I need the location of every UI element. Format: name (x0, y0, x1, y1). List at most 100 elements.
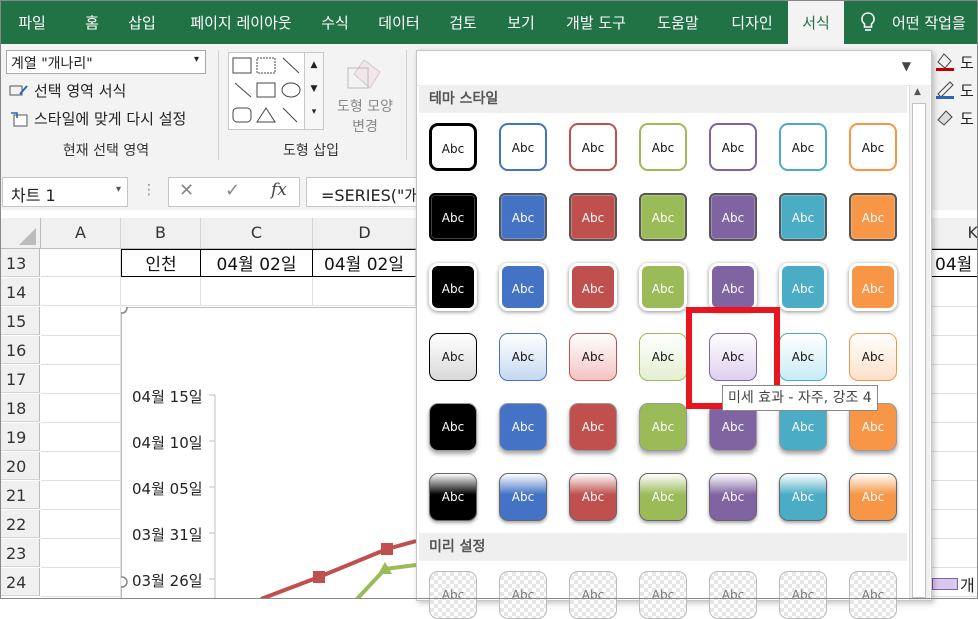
style-swatch-preset[interactable]: Abc (639, 571, 687, 619)
style-swatch-solid[interactable]: Abc (499, 193, 547, 241)
style-swatch-outline[interactable]: Abc (499, 123, 547, 171)
column-k-cells[interactable] (930, 278, 978, 599)
tab-data[interactable]: 데이터 (368, 0, 430, 44)
style-swatch-solid[interactable]: Abc (639, 193, 687, 241)
tab-format[interactable]: 서식 (788, 0, 844, 44)
insert-function-icon[interactable]: fx (271, 180, 287, 200)
style-swatch-subtle[interactable]: Abc (779, 333, 827, 381)
style-swatch-outline[interactable]: Abc (779, 123, 827, 171)
style-swatch-solid[interactable]: Abc (429, 193, 477, 241)
row-header[interactable]: 15 (0, 307, 40, 335)
enter-check-icon[interactable]: ✓ (225, 180, 240, 201)
row-header[interactable]: 17 (0, 365, 40, 393)
cell-a14[interactable] (41, 278, 121, 306)
style-swatch-subtle[interactable]: Abc (499, 333, 547, 381)
style-swatch-outline[interactable]: Abc (639, 123, 687, 171)
style-swatch-intense[interactable]: Abc (779, 473, 827, 521)
style-swatch-outline[interactable]: Abc (849, 123, 897, 171)
style-swatch-intense[interactable]: Abc (639, 473, 687, 521)
style-swatch-outline[interactable]: Abc (569, 123, 617, 171)
resize-handle[interactable] (121, 576, 128, 588)
style-swatch-intense[interactable]: Abc (569, 473, 617, 521)
cancel-icon[interactable]: ✕ (179, 180, 194, 201)
style-swatch-subtle[interactable]: Abc (709, 333, 757, 381)
change-shape-button[interactable]: 도형 모양 변경 (330, 50, 400, 140)
style-swatch-solid[interactable]: Abc (779, 193, 827, 241)
style-swatch-solid[interactable]: Abc (569, 193, 617, 241)
row-header[interactable]: 16 (0, 336, 40, 364)
cell-k13[interactable]: 04월 (930, 249, 978, 277)
tab-design[interactable]: 디자인 (722, 0, 782, 44)
style-swatch-preset[interactable]: Abc (709, 571, 757, 619)
cell-c14[interactable] (201, 278, 313, 306)
style-swatch-subtle[interactable]: Abc (639, 333, 687, 381)
style-swatch-moderate[interactable]: Abc (639, 403, 687, 451)
style-swatch-colored[interactable]: Abc (569, 263, 617, 311)
style-swatch-colored[interactable]: Abc (849, 263, 897, 311)
style-swatch-preset[interactable]: Abc (569, 571, 617, 619)
row-header[interactable]: 19 (0, 423, 40, 451)
style-swatch-subtle[interactable]: Abc (849, 333, 897, 381)
shape-gallery-scroll[interactable]: ▲ ▼ ▾ (304, 52, 324, 130)
shape-fill-button[interactable]: 도 (934, 50, 974, 76)
cell-c13[interactable]: 04월 02일 (201, 249, 313, 277)
style-swatch-intense[interactable]: Abc (429, 473, 477, 521)
style-swatch-intense[interactable]: Abc (499, 473, 547, 521)
tab-review[interactable]: 검토 (438, 0, 488, 44)
style-swatch-solid[interactable]: Abc (849, 193, 897, 241)
data-point[interactable] (313, 571, 325, 583)
scroll-up-icon[interactable]: ▲ (914, 87, 921, 97)
scrollbar-thumb[interactable] (912, 103, 926, 598)
tab-home[interactable]: 홈 (70, 0, 114, 44)
row-header[interactable]: 21 (0, 481, 40, 509)
tab-insert[interactable]: 삽입 (118, 0, 166, 44)
style-swatch-intense[interactable]: Abc (709, 473, 757, 521)
style-swatch-preset[interactable]: Abc (849, 571, 897, 619)
shape-effects-button[interactable]: 도 (934, 106, 974, 132)
row-header[interactable]: 23 (0, 539, 40, 567)
collapse-gallery-icon[interactable]: ▼ (902, 59, 911, 73)
style-swatch-moderate[interactable]: Abc (499, 403, 547, 451)
style-swatch-subtle[interactable]: Abc (569, 333, 617, 381)
column-a-cells[interactable] (41, 307, 121, 599)
style-swatch-outline[interactable]: Abc (709, 123, 757, 171)
row-header[interactable]: 14 (0, 278, 40, 306)
cell-a13[interactable] (41, 249, 121, 277)
tab-view[interactable]: 보기 (496, 0, 546, 44)
style-swatch-outline[interactable]: Abc (429, 123, 477, 171)
style-swatch-preset[interactable]: Abc (499, 571, 547, 619)
tell-me-search[interactable]: 어떤 작업을 (892, 0, 978, 44)
style-swatch-intense[interactable]: Abc (849, 473, 897, 521)
style-swatch-preset[interactable]: Abc (779, 571, 827, 619)
column-header-a[interactable]: A (41, 218, 121, 249)
style-swatch-colored[interactable]: Abc (429, 263, 477, 311)
column-header-k[interactable]: K (930, 218, 978, 249)
shape-outline-button[interactable]: 도 (934, 78, 974, 104)
resize-handle[interactable] (121, 307, 128, 314)
select-all-corner[interactable] (0, 218, 41, 249)
cell-b13[interactable]: 인천 (121, 249, 201, 277)
column-header-b[interactable]: B (121, 218, 201, 249)
cell-d13[interactable]: 04월 02일 (313, 249, 416, 277)
tab-formulas[interactable]: 수식 (312, 0, 358, 44)
row-header[interactable]: 24 (0, 568, 40, 596)
tab-developer[interactable]: 개발 도구 (556, 0, 636, 44)
chart-area[interactable]: 04월 15일 04월 10일 04월 05일 03월 31일 03월 26일 (121, 307, 416, 599)
cell-b14[interactable] (121, 278, 201, 306)
style-swatch-colored[interactable]: Abc (779, 263, 827, 311)
cell-d14[interactable] (313, 278, 416, 306)
tab-page-layout[interactable]: 페이지 레이아웃 (176, 0, 306, 44)
style-swatch-subtle[interactable]: Abc (429, 333, 477, 381)
tab-file[interactable]: 파일 (6, 0, 58, 44)
column-header-d[interactable]: D (313, 218, 417, 249)
column-header-c[interactable]: C (201, 218, 313, 249)
row-header[interactable]: 22 (0, 510, 40, 538)
data-point[interactable] (381, 543, 393, 555)
tab-help[interactable]: 도움말 (644, 0, 712, 44)
name-box[interactable]: 차트 1 ▾ (2, 177, 128, 207)
style-swatch-moderate[interactable]: Abc (569, 403, 617, 451)
style-swatch-colored[interactable]: Abc (639, 263, 687, 311)
chart-element-select[interactable]: 계열 "개나리" ▾ (6, 50, 206, 74)
row-header[interactable]: 13 (0, 249, 40, 277)
style-swatch-solid[interactable]: Abc (709, 193, 757, 241)
